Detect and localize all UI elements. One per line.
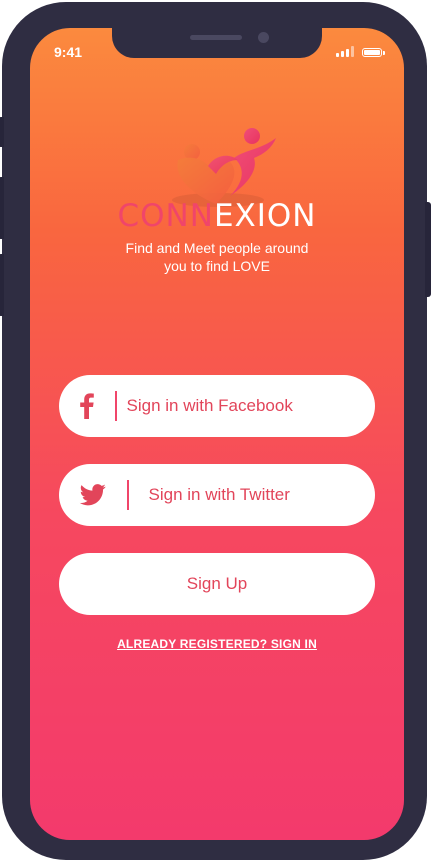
notch <box>112 28 322 58</box>
brand-part-1: CONN <box>117 198 214 234</box>
tagline-line-1: Find and Meet people around <box>125 240 309 256</box>
button-divider <box>127 480 129 510</box>
speaker <box>190 35 242 40</box>
phone-frame: 9:41 CONNEXION Find and Meet people arou… <box>0 2 431 860</box>
facebook-icon <box>59 391 115 421</box>
tagline-line-2: you to find LOVE <box>164 258 270 274</box>
signin-link[interactable]: ALREADY REGISTERED? SIGN IN <box>30 637 404 651</box>
logo-icon <box>172 128 276 207</box>
signup-button[interactable]: Sign Up <box>59 553 375 615</box>
tagline: Find and Meet people around you to find … <box>70 239 364 275</box>
signup-label: Sign Up <box>186 574 248 593</box>
twitter-signin-button[interactable]: Sign in with Twitter <box>59 464 375 526</box>
app-brand-title: CONNEXION <box>30 198 404 234</box>
mute-switch <box>0 117 4 147</box>
camera <box>258 32 269 43</box>
volume-up-button <box>0 177 4 239</box>
twitter-signin-label: Sign in with Twitter <box>148 485 290 504</box>
signal-icon <box>336 46 354 57</box>
status-indicators <box>336 46 385 57</box>
volume-down-button <box>0 254 4 316</box>
facebook-signin-button[interactable]: Sign in with Facebook <box>59 375 375 437</box>
button-divider <box>115 391 117 421</box>
facebook-signin-label: Sign in with Facebook <box>126 396 293 415</box>
app-screen: 9:41 CONNEXION Find and Meet people arou… <box>30 28 404 840</box>
status-time: 9:41 <box>54 44 83 60</box>
power-button <box>425 202 431 297</box>
twitter-icon <box>59 480 127 510</box>
brand-part-2: EXION <box>213 198 317 234</box>
battery-icon <box>362 48 385 57</box>
